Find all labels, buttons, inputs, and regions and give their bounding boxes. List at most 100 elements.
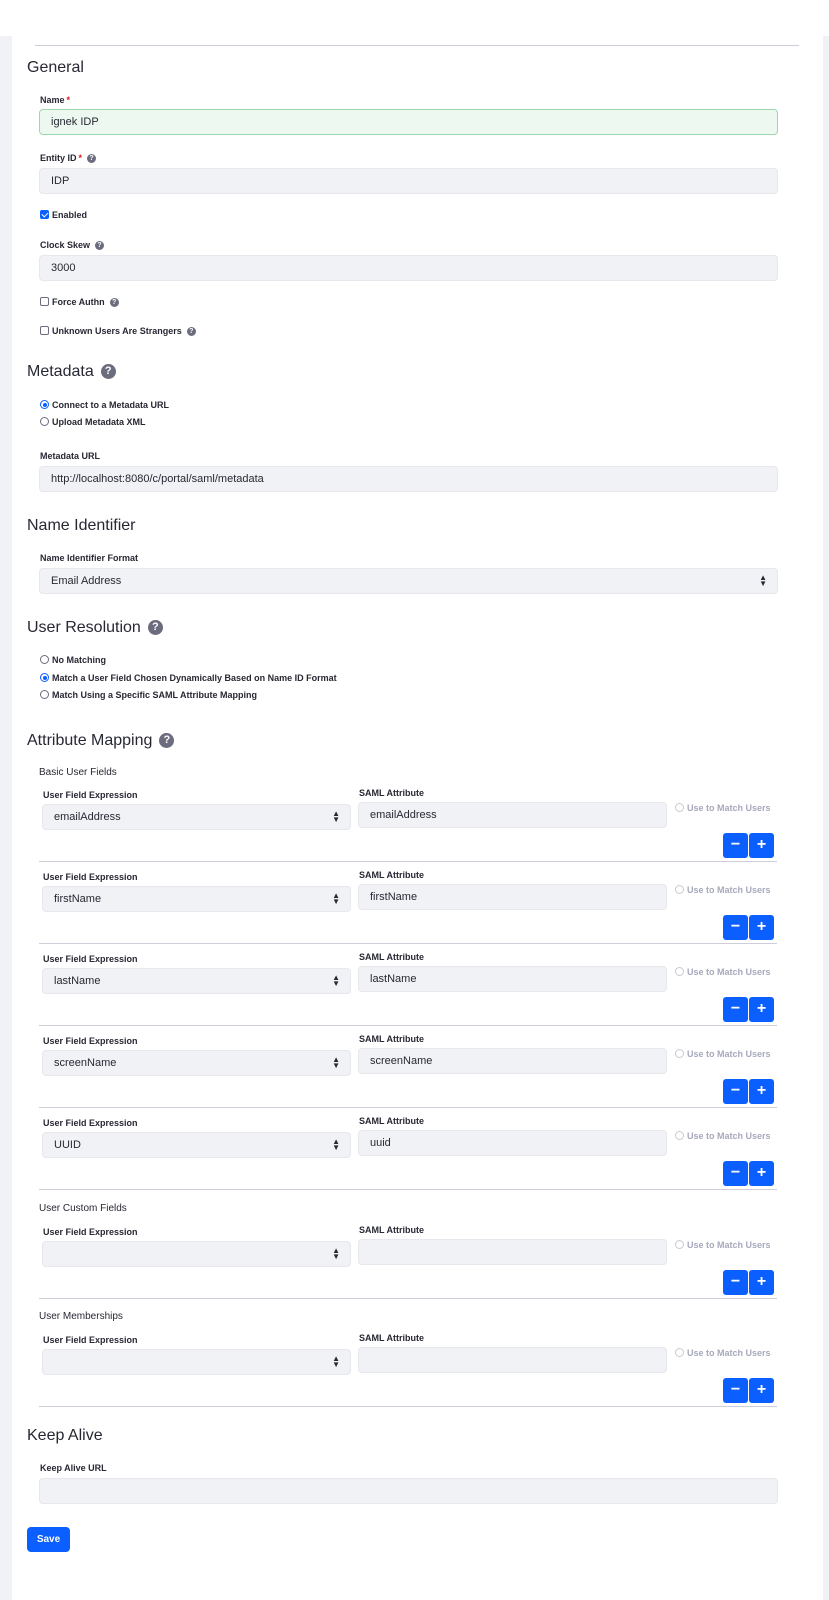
field-expression-select[interactable]: ▲ ▼ (42, 1241, 351, 1267)
keep-alive-url-input[interactable] (39, 1478, 778, 1504)
saml-attribute-label: SAML Attribute (359, 1116, 424, 1126)
remove-row-button[interactable]: − (723, 1161, 748, 1186)
use-to-match-users-radio[interactable] (675, 1049, 684, 1058)
name-identifier-format-select[interactable]: Email Address ▲ ▼ (39, 568, 778, 594)
user-resolution-title-text: User Resolution (27, 619, 141, 636)
help-icon[interactable]: ? (95, 241, 105, 250)
remove-row-button[interactable]: − (723, 997, 748, 1022)
use-to-match-users-radio[interactable] (675, 967, 684, 976)
use-to-match-users-option[interactable]: Use to Match Users (675, 1240, 771, 1250)
field-expression-value: UUID (54, 1139, 81, 1151)
field-expression-select[interactable]: screenName ▲ ▼ (42, 1050, 351, 1076)
add-row-button[interactable]: + (749, 1270, 774, 1295)
use-to-match-users-option[interactable]: Use to Match Users (675, 1348, 771, 1358)
metadata-url-input[interactable]: http://localhost:8080/c/portal/saml/meta… (39, 466, 778, 492)
use-to-match-users-option[interactable]: Use to Match Users (675, 803, 771, 813)
force-authn-label: Force Authn (52, 297, 105, 307)
saml-attribute-input[interactable]: emailAddress (358, 802, 667, 828)
row-divider (39, 1298, 777, 1299)
use-to-match-users-radio[interactable] (675, 885, 684, 894)
section-title-attribute-mapping: Attribute Mapping? (27, 732, 175, 750)
add-row-button[interactable]: + (749, 1378, 774, 1403)
select-arrows-icon: ▲ ▼ (332, 1055, 340, 1070)
clock-skew-input[interactable]: 3000 (39, 255, 778, 281)
metadata-xml-option-label: Upload Metadata XML (52, 417, 146, 427)
use-to-match-users-option[interactable]: Use to Match Users (675, 967, 771, 977)
basic-user-fields-title: Basic User Fields (39, 767, 117, 778)
add-row-button[interactable]: + (749, 1161, 774, 1186)
user-memberships-title: User Memberships (39, 1311, 123, 1322)
use-to-match-users-option[interactable]: Use to Match Users (675, 1131, 771, 1141)
help-icon[interactable]: ? (87, 154, 97, 163)
entity-id-label-text: Entity ID (40, 153, 77, 163)
enabled-checkbox[interactable] (40, 210, 49, 219)
entity-id-input[interactable]: IDP (39, 168, 778, 194)
metadata-url-radio[interactable] (40, 400, 49, 409)
use-to-match-users-radio[interactable] (675, 1240, 684, 1249)
metadata-xml-radio[interactable] (40, 417, 49, 426)
metadata-xml-option[interactable]: Upload Metadata XML (40, 417, 146, 427)
force-authn-row[interactable]: Force Authn? (40, 297, 119, 307)
use-to-match-users-radio[interactable] (675, 803, 684, 812)
unknown-users-row[interactable]: Unknown Users Are Strangers? (40, 326, 196, 336)
entity-id-label: Entity ID *? (40, 153, 97, 163)
remove-row-button[interactable]: − (723, 1270, 748, 1295)
section-title-keep-alive: Keep Alive (27, 1427, 103, 1444)
unknown-users-checkbox[interactable] (40, 326, 49, 335)
metadata-url-option[interactable]: Connect to a Metadata URL (40, 400, 169, 410)
remove-row-button[interactable]: − (723, 833, 748, 858)
help-icon[interactable]: ? (159, 733, 175, 748)
field-expression-select[interactable]: UUID ▲ ▼ (42, 1132, 351, 1158)
remove-row-button[interactable]: − (723, 1079, 748, 1104)
use-to-match-users-radio[interactable] (675, 1348, 684, 1357)
saml-attribute-input[interactable]: firstName (358, 884, 667, 910)
help-icon[interactable]: ? (100, 364, 116, 379)
resolution-option-no-matching[interactable]: No Matching (40, 655, 106, 665)
metadata-url-option-label: Connect to a Metadata URL (52, 400, 170, 410)
use-to-match-users-label: Use to Match Users (687, 803, 771, 813)
name-label: Name * (40, 95, 70, 105)
resolution-option-attribute[interactable]: Match Using a Specific SAML Attribute Ma… (40, 690, 257, 700)
use-to-match-users-radio[interactable] (675, 1131, 684, 1140)
add-row-button[interactable]: + (749, 833, 774, 858)
resolution-radio[interactable] (40, 655, 49, 664)
keep-alive-url-label: Keep Alive URL (40, 1463, 107, 1473)
field-expression-select[interactable]: emailAddress ▲ ▼ (42, 804, 351, 830)
saml-attribute-input[interactable] (358, 1239, 667, 1265)
save-button[interactable]: Save (27, 1527, 70, 1552)
use-to-match-users-option[interactable]: Use to Match Users (675, 885, 771, 895)
row-divider (39, 1025, 777, 1026)
resolution-radio[interactable] (40, 673, 49, 682)
saml-attribute-input[interactable]: lastName (358, 966, 667, 992)
top-bar (0, 0, 829, 36)
unknown-users-label: Unknown Users Are Strangers (52, 326, 182, 336)
use-to-match-users-label: Use to Match Users (687, 1240, 771, 1250)
force-authn-checkbox[interactable] (40, 297, 49, 306)
add-row-button[interactable]: + (749, 997, 774, 1022)
section-title-general: General (27, 59, 84, 76)
saml-attribute-input[interactable]: uuid (358, 1130, 667, 1156)
field-expression-select[interactable]: lastName ▲ ▼ (42, 968, 351, 994)
saml-attribute-input[interactable] (358, 1347, 667, 1373)
help-icon[interactable]: ? (147, 620, 163, 635)
select-arrows-icon: ▲ ▼ (332, 1354, 340, 1369)
resolution-radio[interactable] (40, 690, 49, 699)
add-row-button[interactable]: + (749, 915, 774, 940)
saml-attribute-label: SAML Attribute (359, 1225, 424, 1235)
saml-attribute-label: SAML Attribute (359, 952, 424, 962)
use-to-match-users-option[interactable]: Use to Match Users (675, 1049, 771, 1059)
help-icon[interactable]: ? (109, 298, 119, 307)
field-expression-value: emailAddress (54, 811, 121, 823)
metadata-title-text: Metadata (27, 363, 94, 380)
field-expression-select[interactable]: firstName ▲ ▼ (42, 886, 351, 912)
resolution-option-label: Match a User Field Chosen Dynamically Ba… (52, 673, 337, 683)
remove-row-button[interactable]: − (723, 915, 748, 940)
saml-attribute-input[interactable]: screenName (358, 1048, 667, 1074)
add-row-button[interactable]: + (749, 1079, 774, 1104)
remove-row-button[interactable]: − (723, 1378, 748, 1403)
enabled-checkbox-row[interactable]: Enabled (40, 210, 87, 220)
field-expression-select[interactable]: ▲ ▼ (42, 1349, 351, 1375)
resolution-option-dynamic[interactable]: Match a User Field Chosen Dynamically Ba… (40, 673, 337, 683)
help-icon[interactable]: ? (186, 327, 196, 336)
name-input[interactable]: ignek IDP (39, 109, 778, 135)
